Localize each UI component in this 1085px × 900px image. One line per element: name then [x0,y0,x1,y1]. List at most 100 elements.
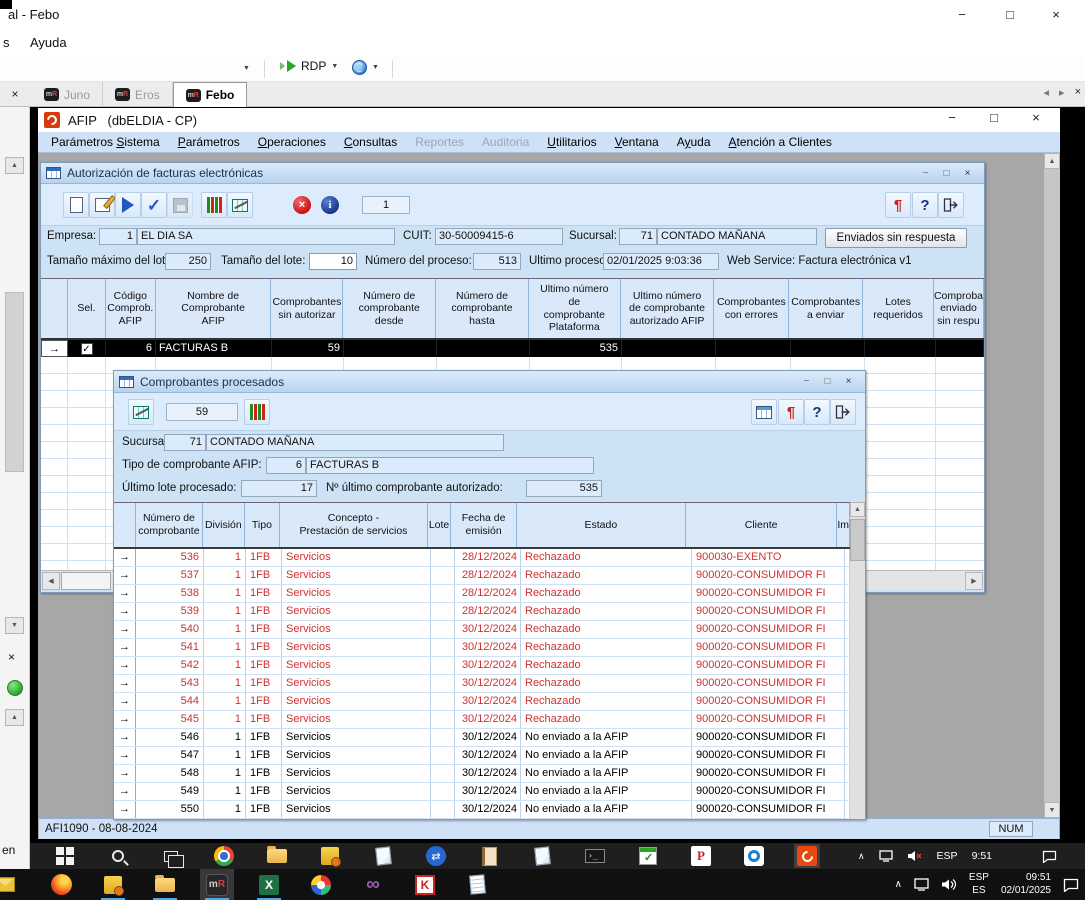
tab-prev-icon[interactable]: ◂ [1044,86,1050,99]
table-row[interactable]: → 547 1 1FB Servicios 30/12/2024 No envi… [114,747,850,765]
language-indicator[interactable]: ESP [937,850,958,862]
table-row[interactable]: → 546 1 1FB Servicios 30/12/2024 No envi… [114,729,850,747]
close-icon[interactable]: × [8,650,15,664]
session-tab[interactable]: mR Eros [103,82,173,107]
action-center-icon[interactable] [1042,850,1057,863]
auth-titlebar[interactable]: Autorización de facturas electrónicas [41,163,984,184]
close-icon[interactable]: × [1042,5,1070,25]
table-row[interactable]: → 549 1 1FB Servicios 30/12/2024 No envi… [114,783,850,801]
network-icon[interactable] [914,878,929,891]
table-row[interactable]: → 542 1 1FB Servicios 30/12/2024 Rechaza… [114,657,850,675]
close-icon[interactable]: × [959,166,976,181]
chrome-button[interactable] [211,844,237,868]
close-icon[interactable]: × [1026,110,1046,125]
auth-selected-row[interactable]: → ✓ 6 FACTURAS B 59 535 [41,340,984,357]
scroll-right-button[interactable]: ▶ [965,572,983,590]
table-row[interactable]: → 550 1 1FB Servicios 30/12/2024 No envi… [114,801,850,819]
help-button[interactable]: ? [912,192,938,218]
lots-button[interactable] [244,399,270,425]
count-field[interactable]: 59 [166,403,238,421]
minimize-icon[interactable]: − [798,374,815,389]
help-button[interactable]: ? [804,399,830,425]
mdi-scrollbar[interactable]: ▲ ▼ [1044,153,1060,818]
table-row[interactable]: → 548 1 1FB Servicios 30/12/2024 No envi… [114,765,850,783]
mremoteng-button[interactable]: mR [200,869,234,900]
notes-app-button[interactable] [370,844,396,868]
powerbuilder-button[interactable]: P [688,844,714,868]
cancel-button[interactable]: × [289,192,315,218]
scroll-up-button[interactable]: ▲ [1044,153,1060,169]
restore-icon[interactable]: □ [984,110,1004,125]
run-button[interactable] [115,192,141,218]
firefox-button[interactable] [44,869,78,900]
search-button[interactable] [105,844,131,868]
exit-button[interactable] [938,192,964,218]
table-row[interactable]: → 540 1 1FB Servicios 30/12/2024 Rechaza… [114,621,850,639]
excel-button[interactable]: X [252,869,286,900]
chevron-down-icon[interactable]: ▼ [243,65,250,72]
exit-button[interactable] [830,399,856,425]
table-row[interactable]: → 543 1 1FB Servicios 30/12/2024 Rechaza… [114,675,850,693]
pending-button[interactable]: ¶ [885,192,911,218]
export-grid-button[interactable] [128,399,154,425]
action-center-icon[interactable] [1063,878,1079,892]
scroll-up-button[interactable]: ▲ [5,157,24,174]
paint-app-button[interactable] [304,869,338,900]
close-icon[interactable]: × [840,374,857,389]
menu-item[interactable]: Operaciones [249,135,335,149]
scrollbar-thumb[interactable] [850,519,865,561]
table-view-button[interactable] [751,399,777,425]
external-tools-button[interactable]: ▼ [352,60,379,75]
scrollbar-thumb[interactable] [5,292,24,472]
notes-app2-button[interactable] [529,844,555,868]
process-count-field[interactable]: 1 [362,196,410,214]
table-row[interactable]: → 538 1 1FB Servicios 28/12/2024 Rechaza… [114,585,850,603]
maximize-icon[interactable]: □ [819,374,836,389]
confirm-button[interactable]: ✓ [141,192,167,218]
file-explorer-button[interactable] [264,844,290,868]
menu-item[interactable]: Parámetros Sistema [42,135,169,149]
menu-item[interactable]: Parámetros [169,135,249,149]
notepad-button[interactable] [460,869,494,900]
mail-app-button[interactable] [0,869,22,900]
close-icon[interactable]: × [6,85,24,103]
network-icon[interactable] [879,850,893,862]
terminal-button[interactable]: ›_ [582,844,608,868]
proc-titlebar[interactable]: Comprobantes procesados [114,371,865,393]
menu-item[interactable]: Consultas [335,135,406,149]
menu-item-help[interactable]: Ayuda [30,35,67,50]
menu-item-partial[interactable]: s [3,35,10,50]
enviados-sin-respuesta-button[interactable]: Enviados sin respuesta [825,228,967,248]
menu-item[interactable]: Utilitarios [538,135,605,149]
scrollbar-thumb[interactable] [61,572,111,590]
erp-app-button[interactable] [794,844,820,868]
scroll-down-button[interactable]: ▼ [1044,802,1060,818]
tam-lote-input[interactable]: 10 [309,253,357,270]
circle-app-button[interactable] [741,844,767,868]
lots-button[interactable] [201,192,227,218]
minimize-icon[interactable]: − [948,5,976,25]
start-button[interactable] [52,844,78,868]
address-book-button[interactable] [476,844,502,868]
proc-vertical-scrollbar[interactable]: ▲ [850,502,865,819]
menu-item[interactable]: Ayuda [668,135,720,149]
config-app-button[interactable] [317,844,343,868]
minimize-icon[interactable]: − [917,166,934,181]
scroll-down-button[interactable]: ▼ [5,617,24,634]
session-tab[interactable]: mR Febo [173,82,248,107]
scroll-left-button[interactable]: ◀ [42,572,60,590]
session-tab[interactable]: mR Juno [32,82,103,107]
table-row[interactable]: → 537 1 1FB Servicios 28/12/2024 Rechaza… [114,567,850,585]
rdp-connect-button[interactable]: RDP ▼ [280,59,338,73]
clock[interactable]: 09:51 02/01/2025 [1001,872,1051,897]
chevron-down-icon[interactable]: ▼ [331,63,338,70]
chevron-down-icon[interactable]: ▼ [372,64,379,71]
calendar-app-button[interactable] [635,844,661,868]
save-button[interactable] [167,192,193,218]
file-explorer-button[interactable] [148,869,182,900]
properties-button[interactable] [89,192,115,218]
task-view-button[interactable] [158,844,184,868]
chevron-up-icon[interactable]: ∧ [895,879,902,890]
table-row[interactable]: → 544 1 1FB Servicios 30/12/2024 Rechaza… [114,693,850,711]
table-row[interactable]: → 541 1 1FB Servicios 30/12/2024 Rechaza… [114,639,850,657]
